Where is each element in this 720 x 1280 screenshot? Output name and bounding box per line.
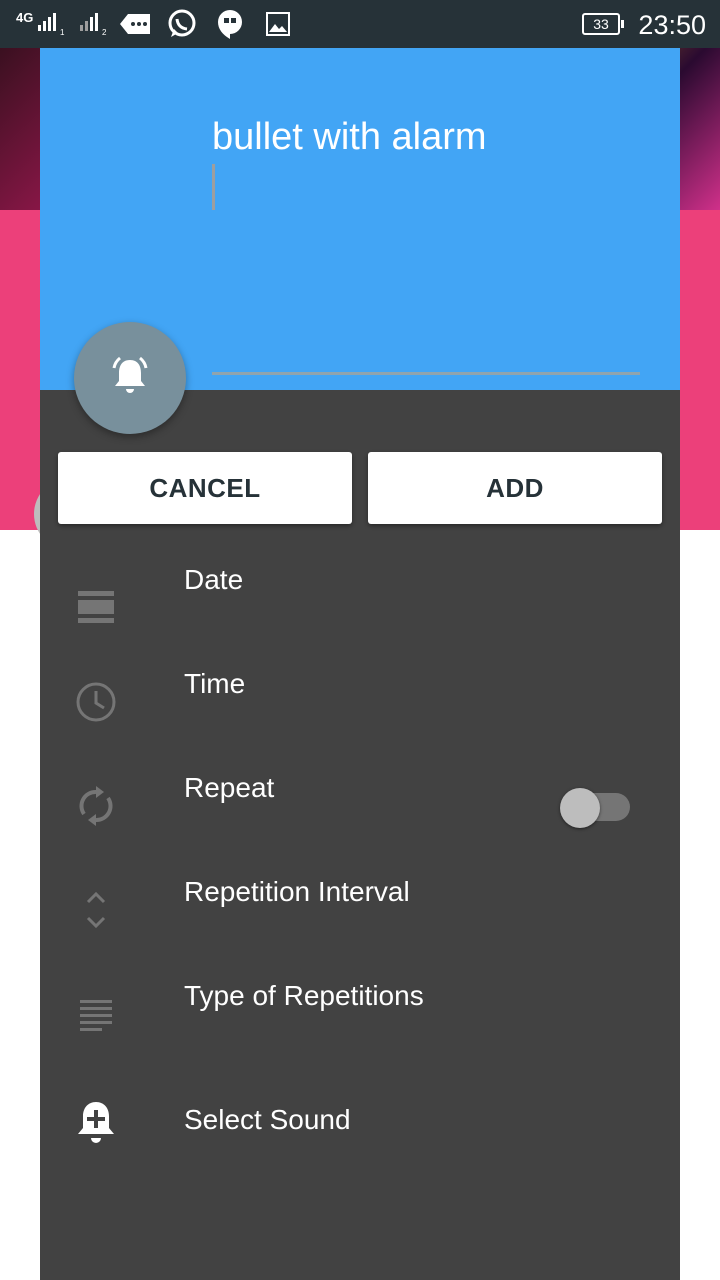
- date-row[interactable]: Date: [40, 558, 680, 662]
- time-row[interactable]: Time: [40, 662, 680, 766]
- clock-time: 23:50: [638, 10, 706, 40]
- repetition-interval-row[interactable]: Repetition Interval: [40, 870, 680, 974]
- add-alarm-icon: [66, 1092, 126, 1152]
- input-underline: [212, 372, 640, 375]
- alarm-fab-button[interactable]: [74, 322, 186, 434]
- alarm-bell-icon: [108, 354, 152, 403]
- clock-icon: [66, 672, 126, 732]
- select-sound-label: Select Sound: [184, 1104, 351, 1135]
- time-label: Time: [184, 668, 246, 699]
- signal-sim1-icon: 4G 1: [16, 0, 68, 48]
- repeat-icon: [66, 776, 126, 836]
- title-input[interactable]: bullet with alarm: [212, 112, 640, 162]
- battery-icon: 33: [582, 13, 624, 35]
- select-sound-row[interactable]: Select Sound: [40, 1088, 680, 1192]
- unfold-icon: [66, 880, 126, 940]
- signal-sim2-icon: 2: [78, 0, 112, 48]
- gallery-icon: [266, 0, 290, 48]
- cancel-button[interactable]: CANCEL: [58, 452, 352, 524]
- whatsapp-icon: [166, 0, 198, 48]
- toggle-thumb: [560, 788, 600, 828]
- text-cursor: [212, 164, 215, 210]
- lines-icon: [66, 984, 126, 1044]
- repetition-interval-label: Repetition Interval: [184, 876, 410, 907]
- date-label: Date: [184, 564, 244, 595]
- hangouts-icon: [216, 0, 244, 48]
- messaging-icon: [118, 0, 152, 48]
- status-bar: 4G 1 2 33 23:50: [0, 0, 720, 48]
- repeat-label: Repeat: [184, 772, 275, 803]
- add-reminder-dialog: bullet with alarm CANCEL ADD Date Time R…: [40, 48, 680, 1280]
- calendar-icon: [66, 578, 126, 638]
- type-of-repetitions-label: Type of Repetitions: [184, 980, 424, 1011]
- add-button[interactable]: ADD: [368, 452, 662, 524]
- repeat-toggle[interactable]: [560, 788, 630, 828]
- svg-text:4G: 4G: [16, 10, 33, 25]
- type-of-repetitions-row[interactable]: Type of Repetitions: [40, 974, 680, 1078]
- svg-text:1: 1: [60, 28, 65, 37]
- svg-text:2: 2: [102, 28, 107, 37]
